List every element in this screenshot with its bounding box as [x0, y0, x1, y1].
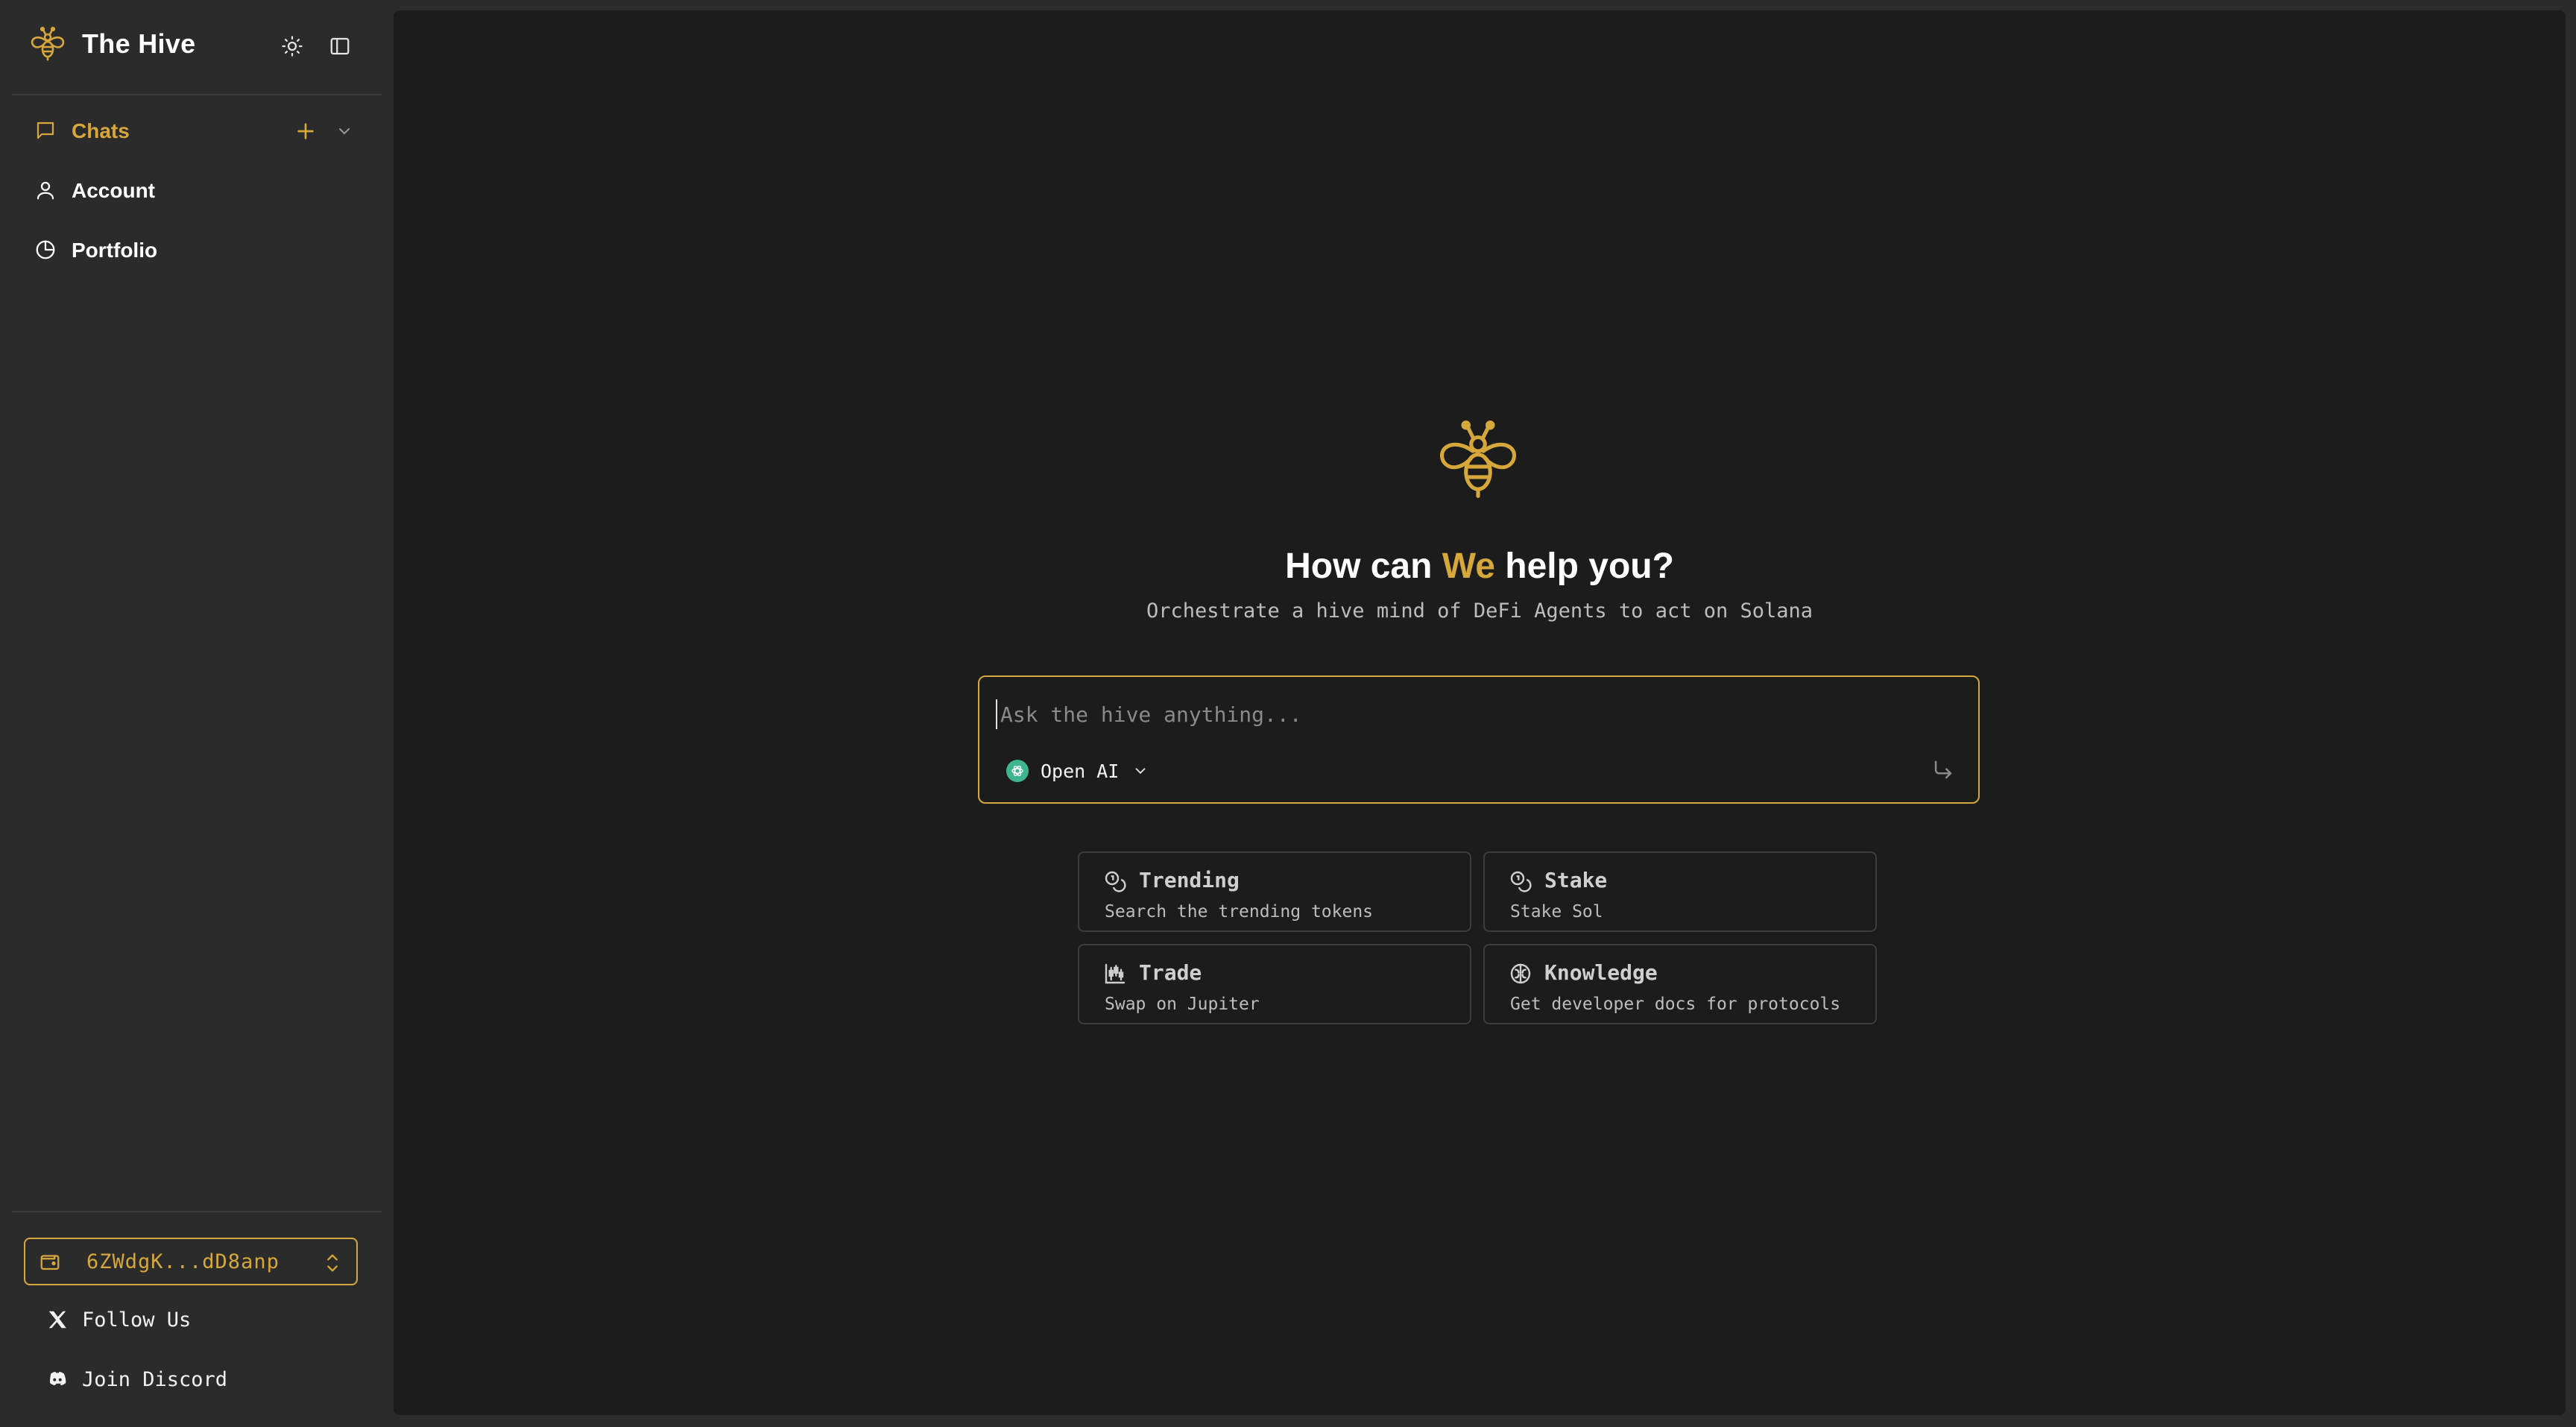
- wallet-address: 6ZWdgK...dD8anp: [86, 1250, 280, 1273]
- sidebar-item-chats[interactable]: Chats: [24, 109, 370, 154]
- sidebar: The Hive Chats Account Portfolio 6ZWdgK.…: [0, 0, 394, 1427]
- sidebar-footer: 6ZWdgK...dD8anp Follow Us Join Discord: [12, 1211, 382, 1391]
- chat-input[interactable]: [996, 699, 1920, 729]
- follow-us-link[interactable]: Follow Us: [24, 1300, 358, 1339]
- sidebar-item-account[interactable]: Account: [24, 168, 370, 213]
- chat-input-box: Open AI: [978, 675, 1980, 804]
- follow-us-label: Follow Us: [82, 1308, 192, 1332]
- model-label: Open AI: [1041, 760, 1120, 782]
- suggestion-description: Get developer docs for protocols: [1510, 995, 1841, 1014]
- suggestion-title: Trending: [1139, 868, 1240, 892]
- join-discord-link[interactable]: Join Discord: [24, 1360, 358, 1399]
- suggestion-card-trade[interactable]: Trade Swap on Jupiter: [1078, 944, 1471, 1024]
- sidebar-panel-icon: [329, 35, 351, 57]
- pie-chart-icon: [34, 239, 58, 262]
- sidebar-item-portfolio[interactable]: Portfolio: [24, 228, 370, 273]
- headline-text-end: help you?: [1494, 546, 1674, 586]
- sidebar-item-label: Account: [72, 179, 155, 202]
- sidebar-nav: Chats Account Portfolio: [24, 109, 370, 288]
- user-icon: [34, 179, 58, 203]
- brain-icon: [1509, 962, 1532, 986]
- app-title: The Hive: [82, 28, 196, 59]
- discord-icon: [46, 1368, 69, 1390]
- model-select[interactable]: Open AI: [1006, 755, 1149, 787]
- chart-candlestick-icon: [1103, 962, 1127, 986]
- sidebar-item-label: Chats: [72, 119, 130, 142]
- suggestion-card-trending[interactable]: Trending Search the trending tokens: [1078, 851, 1471, 932]
- suggestion-description: Swap on Jupiter: [1105, 995, 1260, 1014]
- bee-icon: [1430, 413, 1527, 510]
- suggestion-card-knowledge[interactable]: Knowledge Get developer docs for protoco…: [1483, 944, 1877, 1024]
- sidebar-header: The Hive: [12, 0, 382, 95]
- chevron-down-icon: [1132, 763, 1149, 779]
- theme-toggle-button[interactable]: [276, 30, 309, 63]
- wallet-selector-button[interactable]: 6ZWdgK...dD8anp: [24, 1238, 358, 1285]
- page-subtitle: Orchestrate a hive mind of DeFi Agents t…: [1146, 599, 1813, 623]
- suggestion-title: Knowledge: [1544, 960, 1658, 985]
- chevron-down-icon[interactable]: [335, 122, 353, 140]
- bee-logo-icon: [27, 24, 69, 66]
- headline-accent: We: [1442, 546, 1495, 586]
- headline-text: How can: [1285, 546, 1442, 586]
- suggestion-card-stake[interactable]: Stake Stake Sol: [1483, 851, 1877, 932]
- coins-icon: [1103, 869, 1127, 893]
- wallet-icon: [39, 1250, 61, 1273]
- collapse-sidebar-button[interactable]: [323, 30, 356, 63]
- chevrons-up-down-icon: [322, 1251, 343, 1275]
- corner-down-right-icon: [1931, 757, 1956, 783]
- send-button[interactable]: [1931, 757, 1956, 783]
- suggestion-description: Stake Sol: [1510, 902, 1603, 922]
- message-square-icon: [34, 119, 58, 143]
- x-logo-icon: [46, 1308, 69, 1331]
- openai-icon: [1006, 760, 1029, 782]
- sun-icon: [281, 35, 303, 57]
- page-title: How can We help you?: [394, 546, 2566, 587]
- main-panel: How can We help you? Orchestrate a hive …: [394, 10, 2566, 1415]
- suggestion-title: Stake: [1544, 868, 1608, 892]
- suggestion-title: Trade: [1139, 960, 1202, 985]
- sidebar-item-label: Portfolio: [72, 239, 158, 262]
- suggestion-description: Search the trending tokens: [1105, 902, 1374, 922]
- join-discord-label: Join Discord: [82, 1367, 228, 1391]
- new-chat-button[interactable]: [294, 119, 318, 143]
- coins-icon: [1509, 869, 1532, 893]
